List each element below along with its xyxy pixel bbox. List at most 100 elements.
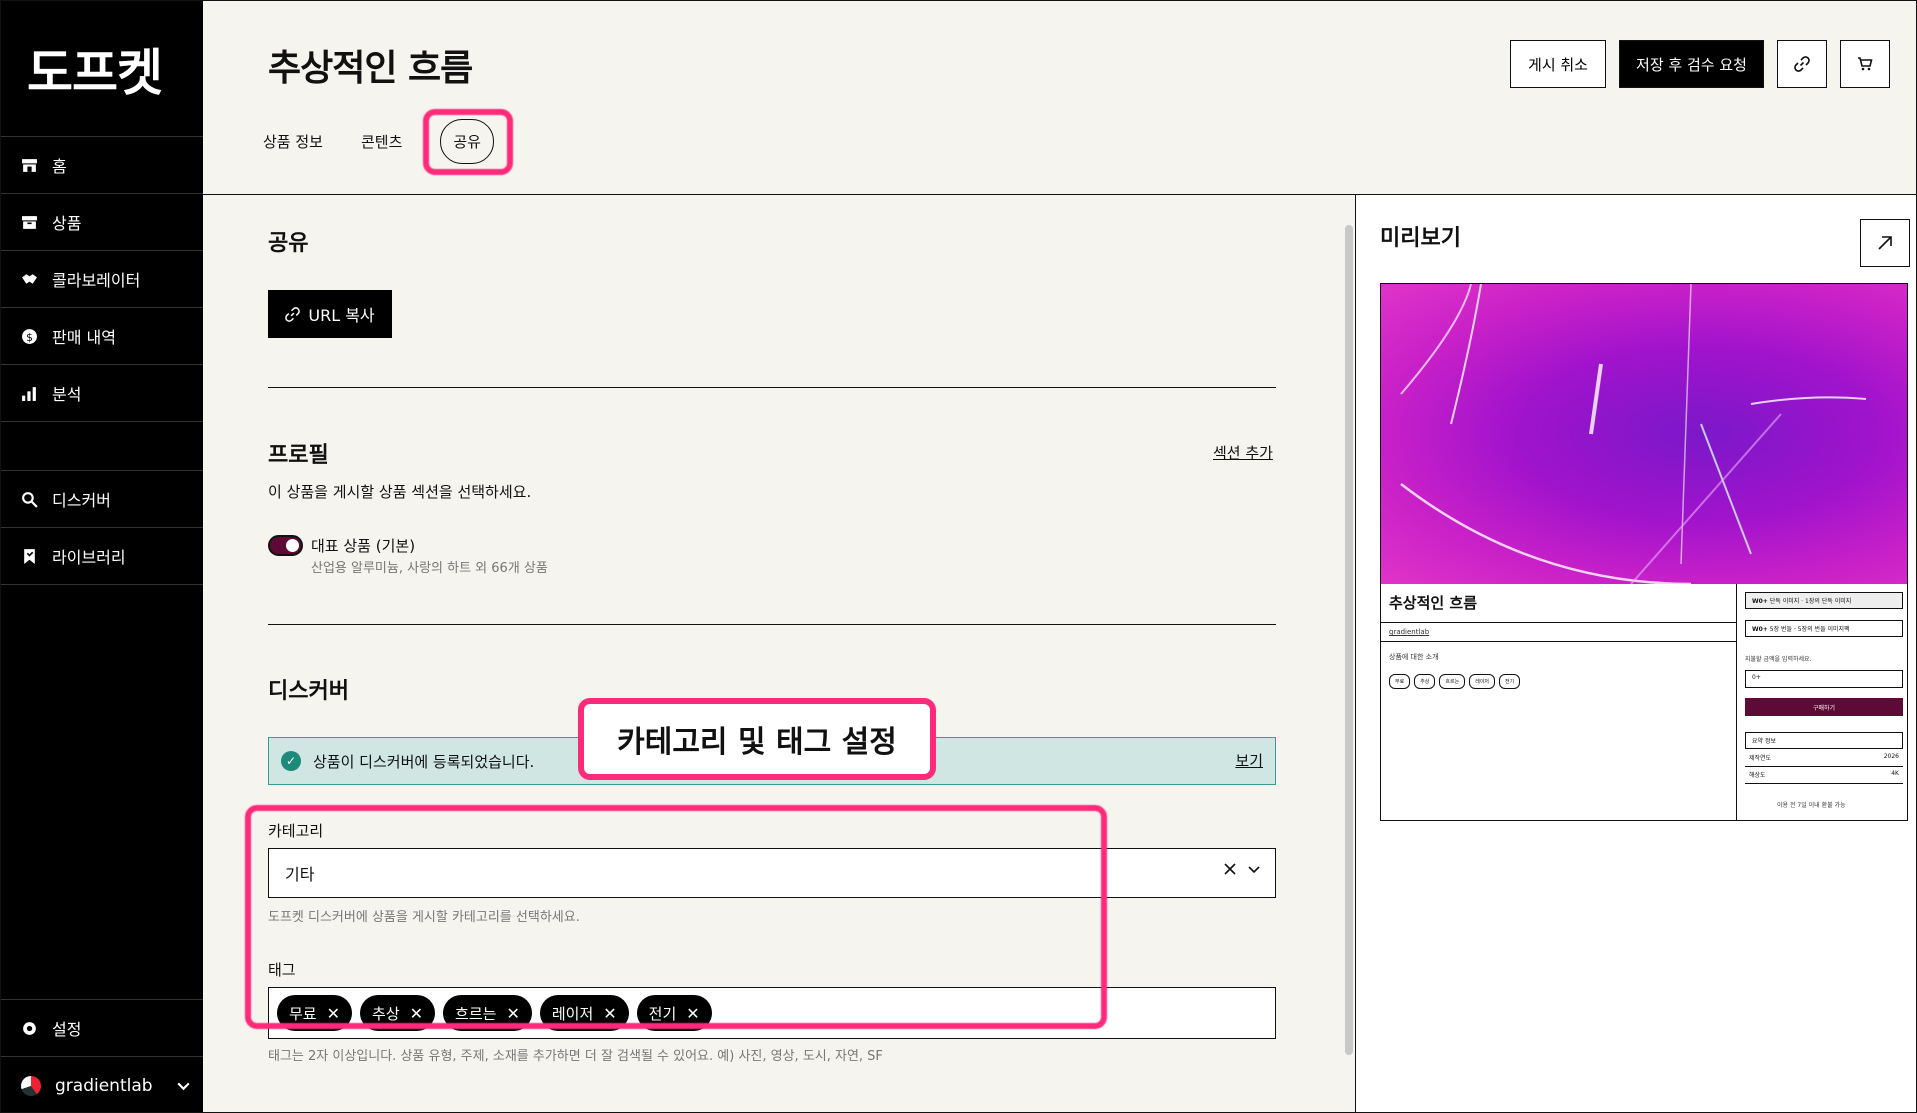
option-name: 5장 번들	[1769, 626, 1793, 633]
link-icon	[285, 306, 301, 322]
sidebar-item-label: 판매 내역	[52, 328, 116, 347]
sidebar-item-settings[interactable]: 설정	[1, 999, 203, 1056]
option-name: 단독 이미지	[1769, 598, 1800, 605]
price-prompt: 지불할 금액을 입력하세요.	[1745, 656, 1812, 663]
main-panel: 공유 URL 복사 프로필 섹션 추가 이 상품을 게시할 상품 섹션을 선택하…	[203, 195, 1355, 1112]
price-placeholder: 0+	[1752, 674, 1761, 681]
add-section-link[interactable]: 섹션 추가	[1213, 442, 1273, 463]
check-circle-icon: ✓	[281, 751, 301, 771]
copy-url-label: URL 복사	[308, 306, 375, 325]
info-key: 제작연도	[1749, 755, 1772, 762]
sidebar-item-home[interactable]: 홈	[1, 137, 203, 194]
search-icon	[22, 491, 38, 508]
preview-about: 상품에 대한 소개	[1389, 653, 1439, 661]
dollar-icon: $	[22, 328, 37, 344]
copy-url-button[interactable]: URL 복사	[268, 290, 392, 338]
profile-description: 이 상품을 게시할 상품 섹션을 선택하세요.	[268, 483, 532, 501]
abstract-streaks	[1400, 284, 1867, 586]
sidebar-item-label: 상품	[52, 214, 82, 233]
link-icon	[1794, 56, 1810, 72]
sidebar-item-label: 디스커버	[52, 491, 111, 510]
tab-content[interactable]: 콘텐츠	[361, 131, 402, 152]
preview-option: W0+ 단독 이미지 · 1장의 단독 이미지	[1745, 592, 1903, 609]
avatar	[21, 1075, 41, 1096]
sidebar-item-label: 라이브러리	[52, 548, 126, 567]
tab-product-info[interactable]: 상품 정보	[263, 131, 323, 152]
save-review-button[interactable]: 저장 후 검수 요청	[1619, 40, 1764, 88]
clear-icon[interactable]	[1223, 862, 1237, 876]
info-value: 4K	[1891, 770, 1899, 777]
cart-icon	[1858, 57, 1873, 71]
creator-row: gradientlab	[1381, 622, 1736, 642]
info-row: 해상도 4K	[1745, 766, 1903, 784]
tags-help: 태그는 2자 이상입니다. 상품 유형, 주제, 소재를 추가하면 더 잘 검색…	[268, 1049, 883, 1064]
sidebar-divider	[1, 422, 203, 471]
preview-chip: 전기	[1499, 674, 1521, 689]
app-window: 도프켓 홈 상품 콜라보레이터 $ 판매 내역 분석 디스커버 라이브러리 설정…	[0, 0, 1917, 1113]
preview-tag-chips: 무료 추상 흐르는 레이저 전기	[1389, 674, 1521, 689]
gear-icon	[23, 1021, 36, 1035]
preview-chip: 무료	[1389, 674, 1411, 689]
preview-chip: 추상	[1414, 674, 1436, 689]
user-name: gradientlab	[55, 1075, 153, 1096]
option-sub: 1장의 단독 이미지	[1805, 598, 1852, 605]
profile-section-name: 대표 상품 (기본)	[311, 537, 416, 555]
link-button[interactable]	[1777, 40, 1827, 88]
bookmark-icon	[24, 548, 35, 564]
scrollbar[interactable]	[1345, 225, 1353, 1055]
option-price: W0+	[1752, 626, 1768, 633]
preview-chip: 흐르는	[1439, 674, 1466, 689]
logo[interactable]: 도프켓	[1, 1, 203, 137]
divider	[268, 387, 1276, 388]
page-title: 추상적인 흐름	[268, 48, 473, 89]
sidebar-item-discover[interactable]: 디스커버	[1, 471, 203, 528]
preview-option: W0+ 5장 번들 · 5장의 번들 이미지팩	[1745, 620, 1903, 637]
product-image	[1381, 284, 1907, 586]
bar-chart-icon	[22, 386, 36, 401]
chevron-down-icon	[176, 1082, 190, 1091]
sidebar-item-products[interactable]: 상품	[1, 194, 203, 251]
price-input[interactable]: 0+	[1745, 670, 1903, 688]
sidebar-item-collaborators[interactable]: 콜라보레이터	[1, 251, 203, 308]
svg-text:$: $	[26, 330, 33, 343]
sidebar-item-label: 분석	[52, 385, 82, 404]
banner-text: 상품이 디스커버에 등록되었습니다.	[313, 752, 535, 771]
sidebar: 도프켓 홈 상품 콜라보레이터 $ 판매 내역 분석 디스커버 라이브러리 설정…	[1, 1, 203, 1112]
sidebar-item-analytics[interactable]: 분석	[1, 365, 203, 422]
preview-panel: 미리보기 추상적인 흐름 gradientlab 상품에 대한 소개 무료 추상…	[1355, 195, 1916, 1112]
user-menu[interactable]: gradientlab	[1, 1056, 203, 1112]
handshake-icon	[22, 273, 37, 284]
sidebar-item-library[interactable]: 라이브러리	[1, 528, 203, 585]
select-controls	[1223, 862, 1261, 876]
open-preview-button[interactable]	[1860, 219, 1910, 267]
refund-note: 이용 전 7일 이내 환불 가능	[1777, 802, 1846, 809]
creator-link[interactable]: gradientlab	[1389, 628, 1429, 636]
sidebar-item-label: 설정	[52, 1020, 82, 1039]
box-icon	[22, 215, 37, 229]
buy-button[interactable]: 구매하기	[1745, 698, 1903, 716]
preview-purchase: W0+ 단독 이미지 · 1장의 단독 이미지 W0+ 5장 번들 · 5장의 …	[1736, 584, 1907, 820]
sidebar-item-label: 콜라보레이터	[52, 271, 141, 290]
unpublish-button[interactable]: 게시 취소	[1510, 40, 1606, 88]
info-heading: 요약 정보	[1745, 732, 1903, 748]
profile-heading: 프로필	[268, 443, 329, 468]
sidebar-item-label: 홈	[52, 157, 67, 176]
cart-button[interactable]	[1840, 40, 1890, 88]
profile-section-toggle[interactable]	[268, 535, 303, 556]
preview-card: 추상적인 흐름 gradientlab 상품에 대한 소개 무료 추상 흐르는 …	[1380, 283, 1908, 821]
discover-heading: 디스커버	[268, 679, 349, 704]
share-heading: 공유	[268, 231, 309, 256]
view-link[interactable]: 보기	[1235, 750, 1263, 771]
store-icon	[22, 158, 37, 172]
preview-product-title: 추상적인 흐름	[1389, 594, 1478, 612]
profile-section-sub: 산업용 알루미늄, 사랑의 하트 외 66개 상품	[311, 561, 548, 576]
highlight-annotation	[245, 805, 1107, 1029]
chevron-down-icon[interactable]	[1247, 862, 1261, 876]
annotation-callout: 카테고리 및 태그 설정	[578, 698, 936, 780]
option-sub: 5장의 번들 이미지팩	[1797, 626, 1850, 633]
sidebar-item-sales[interactable]: $ 판매 내역	[1, 308, 203, 365]
option-price: W0+	[1752, 598, 1768, 605]
info-value: 2026	[1883, 753, 1899, 760]
arrow-up-right-icon	[1878, 236, 1892, 250]
preview-heading: 미리보기	[1380, 226, 1461, 251]
